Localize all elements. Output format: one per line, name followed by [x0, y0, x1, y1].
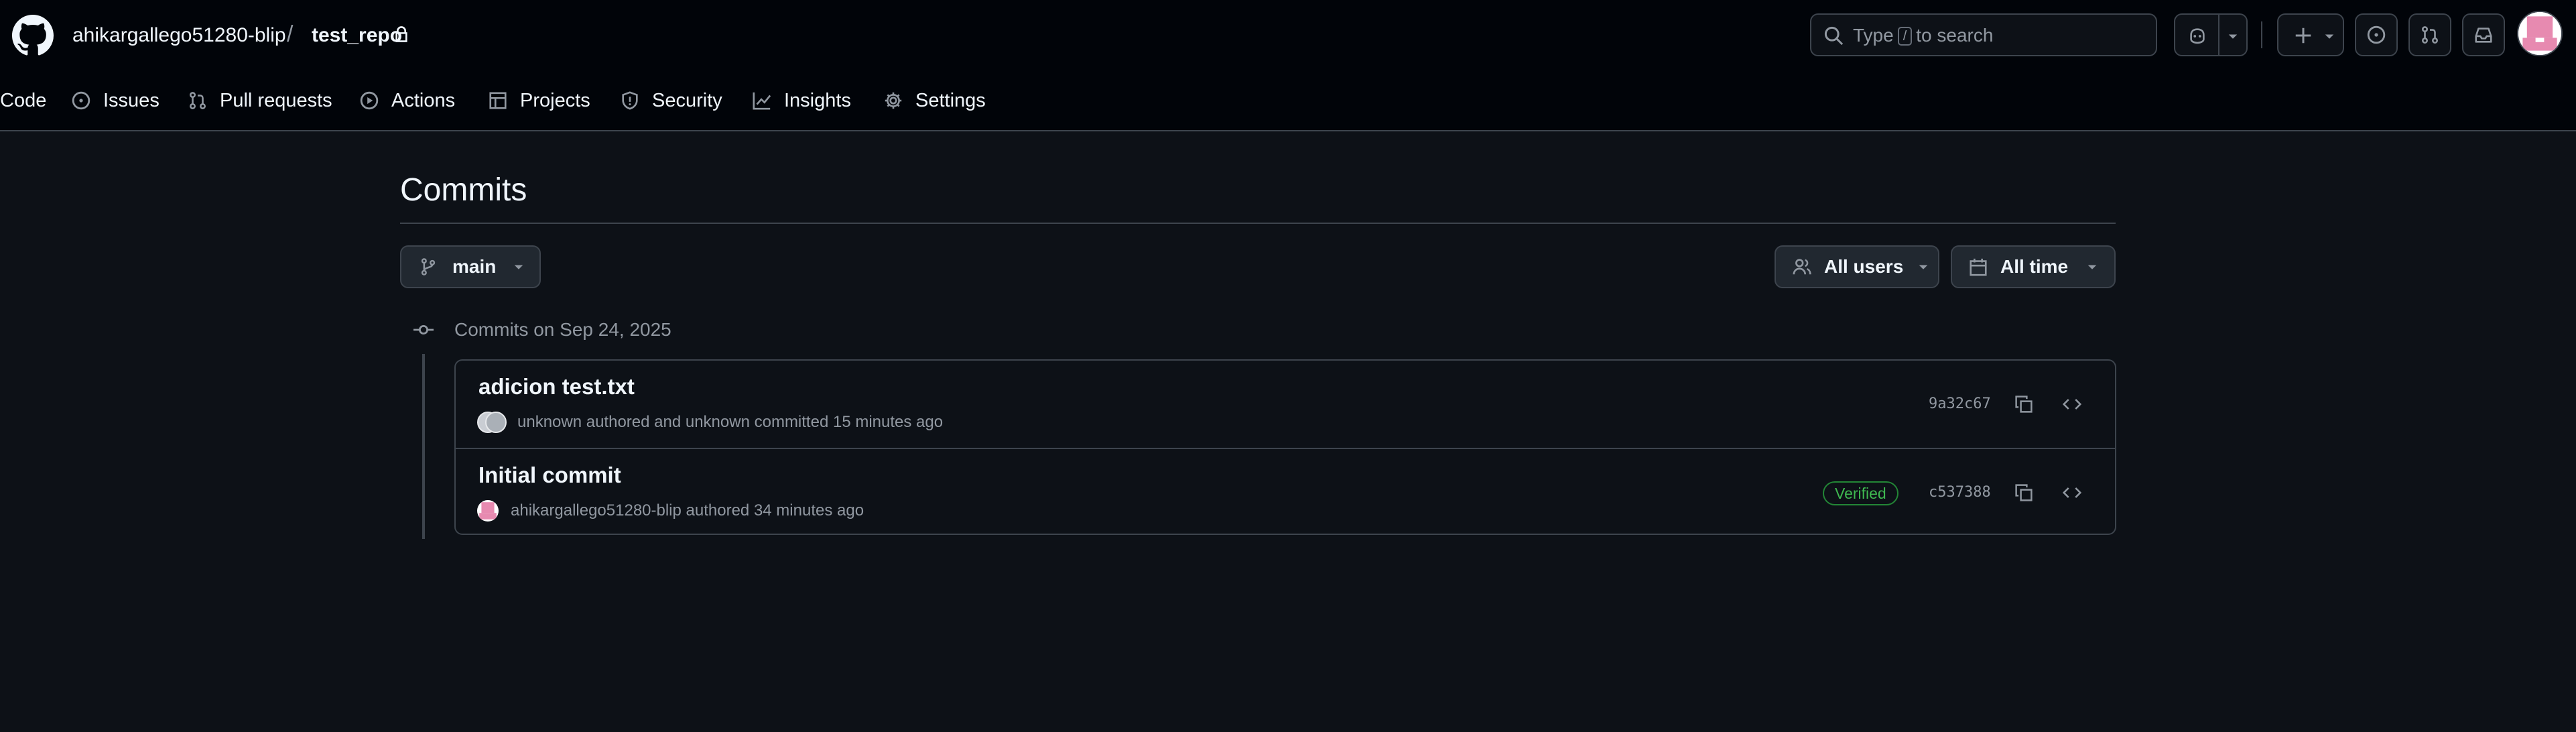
- avatar-identicon-icon: [479, 502, 497, 520]
- unknown-avatar[interactable]: [485, 412, 507, 433]
- commit-group-title: Commits on Sep 24, 2025: [454, 319, 671, 340]
- tab-projects-label: Projects: [520, 89, 590, 111]
- table-icon: [489, 92, 507, 109]
- time-filter-button[interactable]: All time: [1951, 245, 2116, 288]
- copilot-menu-button[interactable]: [2174, 13, 2248, 56]
- commit-row: Initial commit ahikargallego51280-blip a…: [456, 448, 2115, 534]
- avatar-identicon-icon: [2518, 12, 2561, 55]
- tab-security[interactable]: Security: [620, 86, 722, 115]
- chevron-down-icon: [2325, 34, 2334, 39]
- search-placeholder: Type / to search: [1853, 24, 1993, 47]
- chevron-down-icon: [1919, 265, 1928, 269]
- commit-message-link[interactable]: Initial commit: [478, 461, 621, 489]
- github-logo-icon[interactable]: [12, 15, 54, 56]
- gear-icon: [885, 92, 902, 109]
- copy-icon: [2015, 395, 2033, 413]
- tab-actions-label: Actions: [391, 89, 456, 111]
- users-filter-label: All users: [1824, 256, 1904, 277]
- chevron-down-icon: [2087, 265, 2097, 269]
- verified-badge[interactable]: Verified: [1823, 481, 1898, 505]
- tab-pull-requests[interactable]: Pull requests: [188, 86, 332, 115]
- commit-message-link[interactable]: adicion test.txt: [478, 373, 635, 401]
- plus-icon: [2295, 27, 2311, 44]
- tab-code[interactable]: Code: [0, 86, 46, 115]
- people-icon: [1793, 259, 1811, 275]
- tab-actions[interactable]: Actions: [359, 86, 455, 115]
- time-filter-label: All time: [2000, 256, 2069, 277]
- search-placeholder-after: to search: [1916, 25, 1994, 46]
- play-icon: [360, 91, 379, 110]
- tab-settings-label: Settings: [915, 89, 986, 111]
- commit-meta: ahikargallego51280-blip authored 34 minu…: [511, 501, 864, 520]
- search-input[interactable]: Type / to search: [1810, 13, 2157, 56]
- shield-icon: [622, 91, 638, 110]
- tab-projects[interactable]: Projects: [488, 86, 590, 115]
- branch-selector-button[interactable]: main: [400, 245, 541, 288]
- title-divider: [400, 223, 2116, 224]
- repo-owner-link[interactable]: ahikargallego51280-blip: [72, 21, 286, 50]
- copy-sha-button[interactable]: [2008, 388, 2040, 420]
- inbox-icon: [2475, 27, 2492, 43]
- tab-settings[interactable]: Settings: [883, 86, 986, 115]
- search-icon: [1824, 26, 1844, 46]
- path-separator: /: [287, 21, 294, 47]
- graph-icon: [753, 92, 771, 110]
- commit-row: adicion test.txt unknown authored and un…: [456, 361, 2115, 448]
- lock-icon: [395, 26, 407, 42]
- search-shortcut-key: /: [1897, 27, 1913, 46]
- browse-files-button[interactable]: [2056, 388, 2088, 420]
- branch-label: main: [452, 256, 497, 277]
- app-header: ahikargallego51280-blip / test_repo Type…: [0, 0, 2576, 131]
- repo-name-link[interactable]: test_repo: [312, 21, 402, 50]
- commit-sha-link[interactable]: 9a32c67: [1929, 394, 1991, 414]
- issues-button[interactable]: [2355, 13, 2398, 56]
- tab-code-label: Code: [0, 89, 47, 111]
- git-commit-icon: [413, 319, 434, 341]
- inbox-button[interactable]: [2462, 13, 2505, 56]
- tab-issues[interactable]: Issues: [71, 86, 159, 115]
- user-avatar[interactable]: [2517, 11, 2563, 56]
- copy-sha-button[interactable]: [2008, 477, 2040, 509]
- commit-sha-link[interactable]: c537388: [1929, 483, 1991, 503]
- copilot-icon: [2190, 28, 2205, 44]
- users-filter-button[interactable]: All users: [1775, 245, 1939, 288]
- search-placeholder-before: Type: [1853, 25, 1894, 46]
- commit-list: adicion test.txt unknown authored and un…: [454, 359, 2116, 535]
- tab-insights[interactable]: Insights: [752, 86, 851, 115]
- copy-icon: [2015, 484, 2033, 501]
- browse-files-button[interactable]: [2056, 477, 2088, 509]
- tab-security-label: Security: [652, 89, 722, 111]
- header-divider: [2261, 21, 2262, 48]
- calendar-icon: [1970, 258, 1987, 276]
- git-branch-icon: [421, 258, 436, 276]
- code-icon: [2063, 399, 2081, 410]
- timeline-line: [422, 354, 425, 539]
- tab-pull-requests-label: Pull requests: [220, 89, 332, 111]
- create-new-button[interactable]: [2277, 13, 2344, 56]
- issue-opened-icon: [72, 91, 90, 110]
- code-icon: [2063, 487, 2081, 498]
- author-avatar[interactable]: [477, 500, 499, 522]
- tab-issues-label: Issues: [103, 89, 159, 111]
- issue-opened-icon: [2367, 25, 2386, 44]
- tab-insights-label: Insights: [784, 89, 851, 111]
- git-pull-request-icon: [189, 92, 206, 109]
- pull-requests-button[interactable]: [2408, 13, 2451, 56]
- git-pull-request-icon: [2421, 26, 2439, 44]
- commit-meta: unknown authored and unknown committed 1…: [517, 413, 944, 431]
- chevron-down-icon: [2228, 34, 2238, 39]
- page-title: Commits: [400, 172, 527, 208]
- chevron-down-icon: [515, 265, 523, 269]
